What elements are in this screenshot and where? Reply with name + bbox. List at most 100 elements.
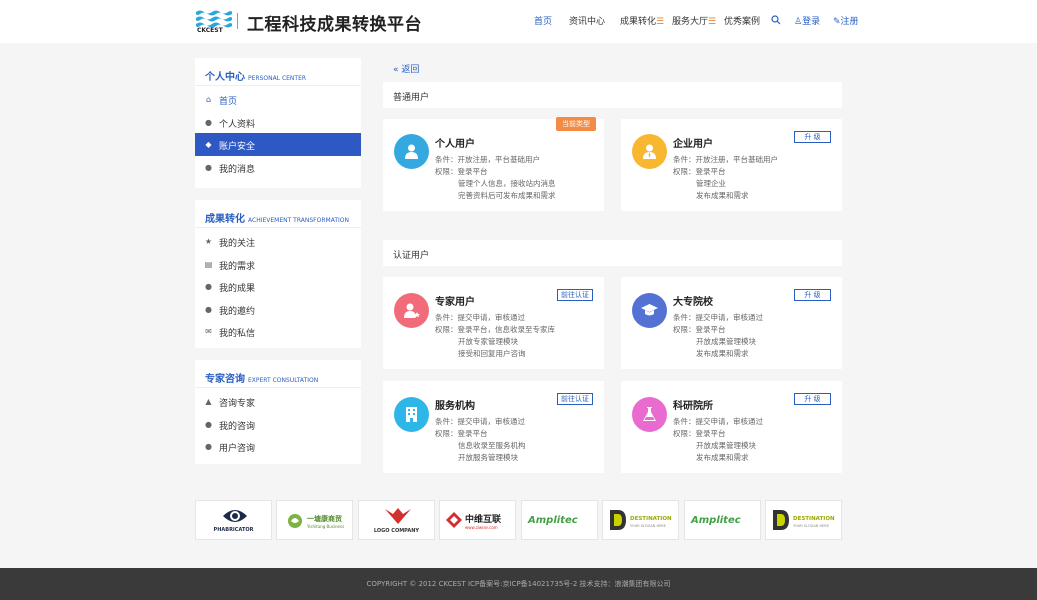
card-line: 权限：登录平台，信息收录至专家库 [435,325,555,334]
sidebar-personal: 个人中心 PERSONAL CENTER ⌂ 首页 ● 个人资料 ◆ 账户安全 ● 我的消… [195,58,361,188]
register-link[interactable]: ✎注册 [833,14,859,27]
graduation-cap-icon [632,293,667,328]
card-line: 发布成果和需求 [696,453,749,462]
diamond-icon [446,512,462,528]
card-line: 权限：登录平台 [673,325,726,334]
partner-logo-destination[interactable]: DESTINATION YOUR SLOGAN HERE [602,500,679,540]
card-line: 开放服务管理模块 [458,453,518,462]
logo-divider [237,13,238,29]
sidebar-item-label: 账户安全 [219,142,256,152]
home-icon: ⌂ [205,95,212,104]
card-line: 条件：提交申请，审核通过 [435,417,525,426]
nav-home[interactable]: 首页 [534,14,552,27]
partner-subname: YOUR SLOGAN HERE [630,524,666,528]
partner-logo-amplitec[interactable]: Amplitec [521,500,598,540]
card-title: 大专院校 [673,297,713,308]
card-line: 完善资料后可发布成果和需求 [458,191,556,200]
person-icon [394,134,429,169]
nav-service-label: 服务大厅 [672,17,709,27]
building-icon [394,397,429,432]
nav-service[interactable]: 服务大厅☰ [672,14,716,27]
card-line: 信息收录至服务机构 [458,441,526,450]
card-line: 条件：提交申请，审核通过 [673,313,763,322]
sidebar-item-messages[interactable]: ● 我的消息 [195,156,361,179]
back-link[interactable]: « 返回 [393,62,419,75]
partner-logo-yitang[interactable]: 一塘康商贸 Yishitang Business [276,500,353,540]
d-letter-icon [610,510,626,530]
nav-cases[interactable]: 优秀案例 [724,14,760,27]
partner-logo-phabricator[interactable]: PHABRICATOR [195,500,272,540]
certify-button[interactable]: 前往认证 [557,393,593,405]
logo-text: CKCEST [197,27,223,34]
partner-logo-company[interactable]: LOGO COMPANY [358,500,435,540]
partner-subname: YOUR SLOGAN HERE [793,524,829,528]
sidebar-item-user-consultations[interactable]: ● 用户咨询 [195,435,361,458]
eye-icon [223,510,247,522]
card-line: 条件：开放注册，平台基础用户 [673,155,778,164]
sidebar-expert-subtitle: EXPERT CONSULTATION [248,377,319,384]
card-line: 权限：登录平台 [435,429,488,438]
partner-name: 中维互联 [465,515,502,525]
card-line: 管理个人信息，接收站内消息 [458,179,556,188]
sidebar-expert: 专家咨询 EXPERT CONSULTATION ▲ 咨询专家 ● 我的咨询 ● 用户咨… [195,360,361,464]
d-letter-icon [773,510,789,530]
sidebar-item-security[interactable]: ◆ 账户安全 [195,133,361,156]
sidebar-item-label: 我的消息 [219,164,256,175]
card-line: 权限：登录平台 [673,429,726,438]
graduation-cap-icon: ▲ [205,397,212,406]
business-person-icon [632,134,667,169]
wings-icon [385,508,411,524]
sidebar-item-profile[interactable]: ● 个人资料 [195,111,361,134]
partner-name: Amplitec [691,515,741,526]
group-icon: ● [205,304,212,314]
leaf-icon [288,514,302,528]
sidebar-item-my-consultations[interactable]: ● 我的咨询 [195,413,361,436]
partner-name: PHABRICATOR [213,527,254,533]
pencil-icon: ✎ [833,17,841,27]
login-link[interactable]: ♙登录 [794,14,820,27]
card-line: 接受和回复用户咨询 [458,349,526,358]
copyright-text: COPYRIGHT © 2012 CKCEST ICP备案号:京ICP备1402… [366,580,671,588]
envelope-icon: ✉ [205,327,212,336]
upgrade-button[interactable]: 升 级 [794,393,831,405]
sidebar-item-consult-expert[interactable]: ▲ 咨询专家 [195,390,361,413]
register-label: 注册 [840,17,859,27]
certify-button[interactable]: 前往认证 [557,289,593,301]
sidebar-item-private-messages[interactable]: ✉ 我的私信 [195,320,361,343]
partner-logo-destination[interactable]: DESTINATION YOUR SLOGAN HERE [765,500,842,540]
partner-name: 一塘康商贸 [307,515,342,523]
sidebar-item-follows[interactable]: ★ 我的关注 [195,230,361,253]
sidebar-item-invitations[interactable]: ● 我的邀约 [195,298,361,321]
card-college: 升 级 大专院校 条件：提交申请，审核通过 权限：登录平台 开放成果管理模块 发… [621,277,842,369]
card-expert-user: 前往认证 专家用户 条件：提交申请，审核通过 权限：登录平台，信息收录至专家库 … [383,277,604,369]
site-title[interactable]: 工程科技成果转换平台 [247,10,422,35]
sidebar-achievement-subtitle: ACHIEVEMENT TRANSFORMATION [248,217,349,224]
section-certified-users: 认证用户 [383,240,842,266]
sidebar-personal-header: 个人中心 PERSONAL CENTER [195,58,361,86]
nav-achievement[interactable]: 成果转化☰ [620,14,664,27]
sidebar-item-home[interactable]: ⌂ 首页 [195,88,361,111]
double-chevron-left-icon: « [393,65,399,75]
section-regular-users: 普通用户 [383,82,842,108]
sidebar-item-label: 个人资料 [219,119,256,130]
sidebar-item-achievements[interactable]: ● 我的成果 [195,275,361,298]
sidebar-item-demands[interactable]: ▤ 我的需求 [195,253,361,276]
list-icon: ▤ [204,259,213,269]
card-service-org: 前往认证 服务机构 条件：提交申请，审核通过 权限：登录平台 信息收录至服务机构… [383,381,604,473]
flask-icon [632,397,667,432]
current-type-badge: 当前类型 [556,117,596,131]
upgrade-button[interactable]: 升 级 [794,289,831,301]
card-line: 权限：登录平台 [673,167,726,176]
card-title: 企业用户 [673,139,713,150]
comments-icon: ● [205,442,212,451]
card-line: 管理企业 [696,179,726,188]
star-icon: ★ [204,237,213,246]
upgrade-button[interactable]: 升 级 [794,131,831,143]
sidebar-item-label: 咨询专家 [219,399,256,409]
partner-logo-amplitec[interactable]: Amplitec [684,500,761,540]
search-icon[interactable] [771,15,781,25]
partner-logo-zhongwei[interactable]: 中维互联 www.ziwise.com [439,500,516,540]
card-enterprise-user: 升 级 企业用户 条件：开放注册，平台基础用户 权限：登录平台 管理企业 发布成… [621,119,842,211]
sidebar-item-label: 用户咨询 [219,444,256,454]
nav-news[interactable]: 资讯中心 [569,14,605,27]
